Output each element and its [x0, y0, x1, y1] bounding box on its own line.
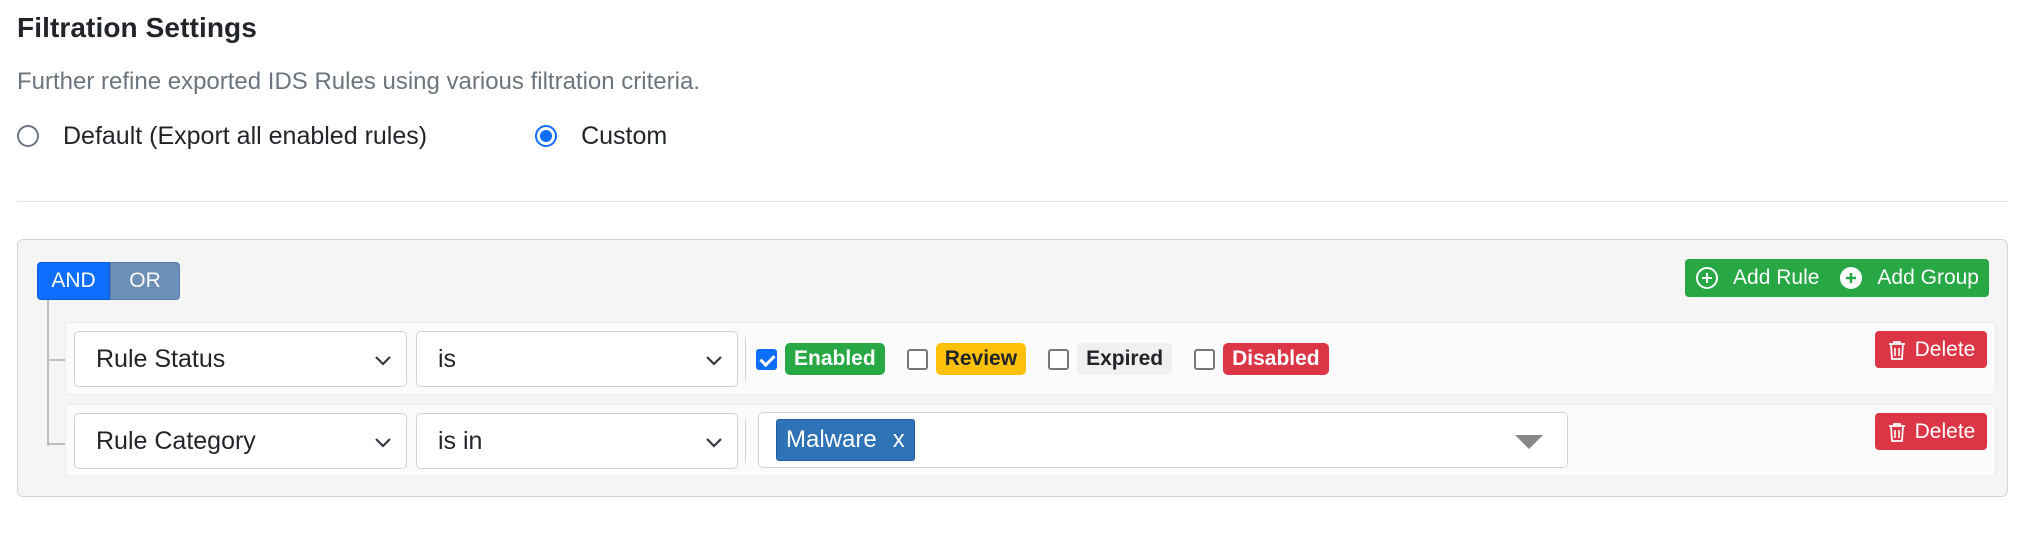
delete-label: Delete: [1914, 337, 1976, 361]
value-separator: [745, 419, 746, 463]
field-select[interactable]: Rule Status: [74, 331, 407, 387]
chevron-down-icon: [703, 431, 725, 460]
tree-connector: [47, 300, 49, 446]
field-select-value: Rule Status: [96, 344, 226, 373]
field-select-value: Rule Category: [96, 426, 256, 455]
category-multiselect[interactable]: Malware x: [758, 412, 1568, 468]
add-group-button[interactable]: Add Group: [1839, 266, 1979, 290]
add-rule-button[interactable]: Add Rule: [1695, 266, 1819, 290]
and-or-toggle: AND OR: [37, 262, 180, 300]
field-select[interactable]: Rule Category: [74, 413, 407, 469]
checkbox-enabled[interactable]: [756, 348, 777, 370]
value-separator: [745, 337, 746, 381]
operator-select-value: is in: [438, 426, 483, 455]
radio-default[interactable]: Default (Export all enabled rules): [17, 122, 427, 151]
status-badge-disabled: Disabled: [1223, 343, 1329, 375]
radio-custom[interactable]: Custom: [535, 122, 667, 151]
checkbox-expired[interactable]: [1048, 348, 1070, 370]
selected-tag-malware: Malware x: [776, 419, 915, 461]
or-button[interactable]: OR: [110, 262, 180, 300]
rule-row-category: Rule Category is in Malware x Delete: [65, 404, 1996, 477]
status-checkbox-group: Enabled Review Expired Disabled: [756, 341, 1351, 377]
rule-row-status: Rule Status is Enabled Review Expired Di…: [65, 322, 1996, 395]
dropdown-caret-icon[interactable]: [1515, 435, 1543, 449]
delete-rule-button[interactable]: Delete: [1875, 413, 1987, 450]
operator-select[interactable]: is in: [416, 413, 738, 469]
status-badge-review: Review: [935, 343, 1027, 375]
mode-radio-group: Default (Export all enabled rules) Custo…: [17, 118, 667, 154]
status-badge-enabled: Enabled: [785, 343, 885, 375]
operator-select[interactable]: is: [416, 331, 738, 387]
chevron-down-icon: [372, 349, 394, 378]
plus-circle-outline-icon: [1695, 266, 1719, 290]
delete-rule-button[interactable]: Delete: [1875, 331, 1987, 368]
chevron-down-icon: [703, 349, 725, 378]
trash-icon: [1887, 339, 1907, 361]
add-rule-label: Add Rule: [1733, 266, 1820, 289]
radio-custom-circle[interactable]: [535, 125, 558, 147]
status-badge-expired: Expired: [1077, 343, 1173, 375]
tag-remove-button[interactable]: x: [893, 426, 905, 454]
radio-default-circle[interactable]: [17, 125, 39, 147]
and-button[interactable]: AND: [37, 262, 110, 300]
trash-icon: [1887, 421, 1907, 443]
section-divider: [17, 201, 2008, 202]
page-subtitle: Further refine exported IDS Rules using …: [17, 68, 700, 95]
tag-label: Malware: [786, 426, 877, 453]
add-group-label: Add Group: [1877, 266, 1979, 289]
chevron-down-icon: [372, 431, 394, 460]
radio-custom-label: Custom: [581, 121, 668, 150]
delete-label: Delete: [1914, 419, 1976, 443]
page-title: Filtration Settings: [17, 12, 257, 43]
query-builder-group: AND OR Add Rule Add Group Rule Status is…: [17, 239, 2008, 497]
checkbox-disabled[interactable]: [1194, 348, 1216, 370]
checkbox-review[interactable]: [906, 348, 928, 370]
filtration-settings-page: Filtration Settings Further refine expor…: [0, 0, 2027, 533]
plus-circle-filled-icon: [1839, 266, 1863, 290]
operator-select-value: is: [438, 344, 457, 373]
add-button-group: Add Rule Add Group: [1685, 259, 1989, 297]
radio-default-label: Default (Export all enabled rules): [63, 121, 428, 150]
